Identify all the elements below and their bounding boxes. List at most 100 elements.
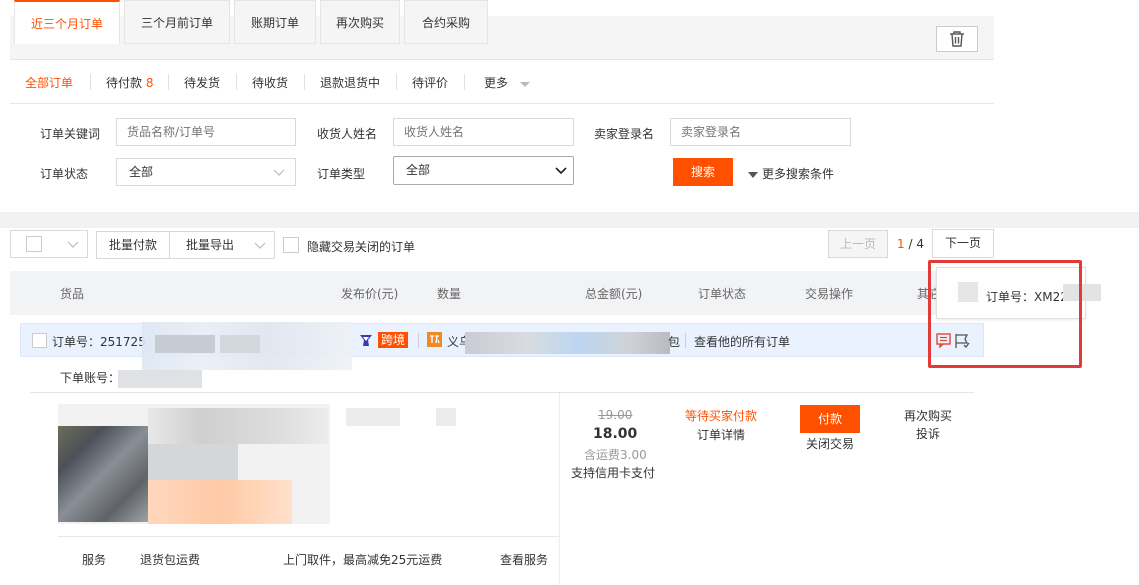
select-all-checkbox[interactable]	[26, 236, 42, 252]
column-header-price: 发布价(元)	[341, 287, 399, 301]
order-number-prefix: 251725	[100, 335, 146, 349]
redacted-account	[118, 370, 202, 388]
redacted-block	[148, 480, 292, 524]
order-detail-link[interactable]: 订单详情	[697, 426, 745, 443]
page-total: / 4	[908, 237, 924, 251]
filter-pending-pay[interactable]: 待付款 8	[106, 74, 153, 91]
type-label: 订单类型	[317, 167, 366, 181]
redacted-quantity	[436, 408, 456, 426]
delete-button[interactable]	[936, 26, 978, 52]
redacted-shop-name	[465, 332, 670, 354]
type-select[interactable]: 全部	[393, 156, 574, 185]
redacted-block	[220, 335, 260, 353]
tab-recent-three-months[interactable]: 近三个月订单	[14, 0, 120, 44]
table-header: 货品 发布价(元) 数量 总金额(元) 订单状态 交易操作 其它	[10, 271, 994, 315]
close-trade-link[interactable]: 关闭交易	[806, 435, 854, 452]
chevron-down-icon	[273, 169, 285, 176]
status-select-value: 全部	[129, 165, 154, 179]
order-checkbox[interactable]	[32, 333, 47, 348]
chevron-down-icon	[254, 242, 266, 249]
more-conditions-label: 更多搜索条件	[762, 167, 835, 181]
redacted-block	[148, 408, 328, 444]
pagination-indicator: 1 / 4	[897, 237, 924, 251]
divider	[304, 74, 305, 90]
redacted-block	[155, 335, 215, 353]
status-select[interactable]: 全部	[116, 158, 296, 186]
tab-buy-again[interactable]: 再次购买	[320, 0, 400, 44]
filter-pending-pay-label: 待付款	[106, 76, 143, 90]
filter-all-orders[interactable]: 全部订单	[25, 74, 73, 91]
seller-input[interactable]	[670, 118, 851, 146]
redacted-block	[58, 426, 148, 522]
hide-closed-label: 隐藏交易关闭的订单	[307, 240, 416, 254]
pending-pay-count: 8	[145, 76, 154, 90]
divider	[418, 333, 419, 348]
service-label: 服务	[82, 553, 107, 567]
order-total: 18.00	[593, 426, 638, 442]
divider	[464, 74, 465, 90]
crossborder-icon	[360, 335, 372, 346]
tab-contract-purchase[interactable]: 合约采购	[404, 0, 488, 44]
chevron-down-icon	[555, 167, 567, 175]
chevron-down-icon	[67, 241, 79, 248]
batch-export-button[interactable]: 批量导出	[169, 231, 275, 259]
original-price: 19.00	[598, 408, 633, 422]
filter-refund[interactable]: 退款退货中	[320, 74, 380, 91]
more-conditions-toggle[interactable]: 更多搜索条件	[748, 165, 834, 182]
filter-pending-review[interactable]: 待评价	[412, 74, 448, 91]
filter-pending-receive[interactable]: 待收货	[252, 74, 288, 91]
column-header-actions: 交易操作	[805, 287, 854, 301]
type-select-value: 全部	[406, 163, 431, 177]
next-page-button[interactable]: 下一页	[932, 229, 994, 258]
column-header-quantity: 数量	[437, 287, 462, 301]
pay-button[interactable]: 付款	[800, 405, 860, 433]
filter-more-label: 更多	[484, 76, 509, 90]
buy-again-link[interactable]: 再次购买	[904, 407, 952, 424]
view-all-orders-link[interactable]: 查看他的所有订单	[694, 333, 790, 350]
hide-closed-checkbox[interactable]	[283, 237, 299, 253]
shipping-fee: 含运费3.00	[584, 448, 647, 462]
status-label: 订单状态	[40, 167, 89, 181]
prev-page-button[interactable]: 上一页	[828, 230, 888, 258]
divider	[90, 74, 91, 90]
caret-down-icon	[748, 171, 758, 178]
keyword-input[interactable]	[116, 118, 296, 146]
divider	[30, 392, 974, 393]
divider	[168, 74, 169, 90]
caret-down-icon	[519, 81, 530, 87]
order-status: 等待买家付款	[685, 409, 758, 423]
page: 近三个月订单 三个月前订单 账期订单 再次购买 合约采购 全部订单 待付款 8 …	[0, 0, 1139, 585]
divider	[396, 74, 397, 90]
column-header-total: 总金额(元)	[585, 287, 643, 301]
receiver-input[interactable]	[393, 118, 574, 146]
select-all-dropdown[interactable]	[10, 230, 88, 258]
redacted-price	[346, 408, 400, 426]
tab-three-months-ago[interactable]: 三个月前订单	[124, 0, 230, 44]
filter-pending-ship[interactable]: 待发货	[184, 74, 220, 91]
order-number-label: 订单号：	[52, 335, 101, 349]
view-service-link[interactable]: 查看服务	[500, 551, 548, 568]
complain-link[interactable]: 投诉	[916, 425, 940, 442]
seller-label: 卖家登录名	[594, 127, 655, 141]
batch-export-label: 批量导出	[186, 238, 235, 252]
highlight-box	[928, 260, 1082, 368]
divider	[685, 333, 686, 348]
pickup-label: 上门取件，最高减免25元运费	[283, 553, 443, 567]
product-image[interactable]	[58, 404, 330, 532]
order-number: 订单号：251725	[52, 333, 146, 350]
redacted-block	[148, 444, 238, 484]
divider	[559, 393, 560, 585]
batch-pay-button[interactable]: 批量付款	[96, 231, 170, 259]
trash-icon	[950, 31, 964, 47]
page-current: 1	[897, 237, 905, 251]
filter-more[interactable]: 更多	[484, 74, 530, 91]
column-header-status: 订单状态	[698, 287, 747, 301]
status-filter-bar: 全部订单 待付款 8 待发货 待收货 退款退货中 待评价 更多	[10, 60, 994, 104]
shop-name-suffix: 包	[668, 335, 681, 349]
section-gap	[0, 212, 1139, 228]
keyword-label: 订单关键词	[40, 127, 101, 141]
crossborder-badge: 跨境	[378, 332, 409, 348]
shop-icon	[427, 332, 442, 347]
search-button[interactable]: 搜索	[673, 158, 733, 186]
tab-credit-orders[interactable]: 账期订单	[234, 0, 316, 44]
